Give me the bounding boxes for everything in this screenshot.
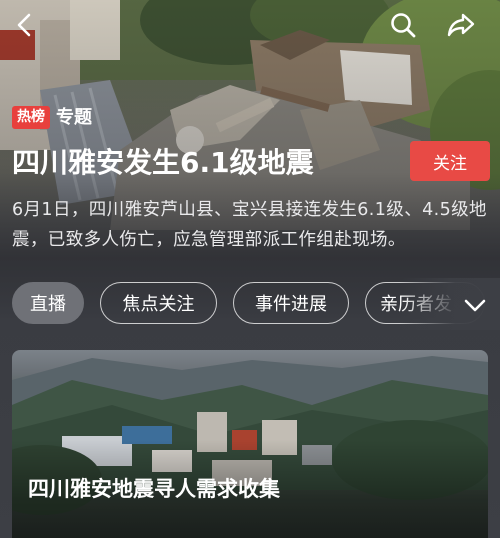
topic-label: 专题 — [56, 106, 92, 128]
chevron-left-icon — [17, 13, 31, 37]
search-icon — [391, 13, 416, 38]
top-bar — [0, 0, 500, 52]
hot-badge: 热榜 — [12, 106, 50, 129]
share-icon — [447, 13, 475, 37]
share-button[interactable] — [444, 8, 478, 42]
tab-live[interactable]: 直播 — [12, 282, 84, 324]
tab-progress[interactable]: 事件进展 — [233, 282, 349, 324]
follow-button[interactable]: 关注 — [410, 141, 490, 181]
feature-card[interactable]: 四川雅安地震寻人需求收集 — [12, 350, 488, 538]
page-title: 四川雅安发生6.1级地震 — [12, 146, 314, 179]
back-button[interactable] — [8, 8, 42, 42]
search-button[interactable] — [386, 8, 420, 42]
card-title: 四川雅安地震寻人需求收集 — [28, 477, 280, 501]
tab-focus[interactable]: 焦点关注 — [100, 282, 217, 324]
expand-tabs-button[interactable] — [460, 290, 490, 320]
chevron-down-icon — [464, 299, 486, 312]
topic-description: 6月1日，四川雅安芦山县、宝兴县接连发生6.1级、4.5级地震，已致多人伤亡，应… — [12, 200, 487, 250]
topic-badge-row: 热榜 专题 — [12, 106, 92, 129]
